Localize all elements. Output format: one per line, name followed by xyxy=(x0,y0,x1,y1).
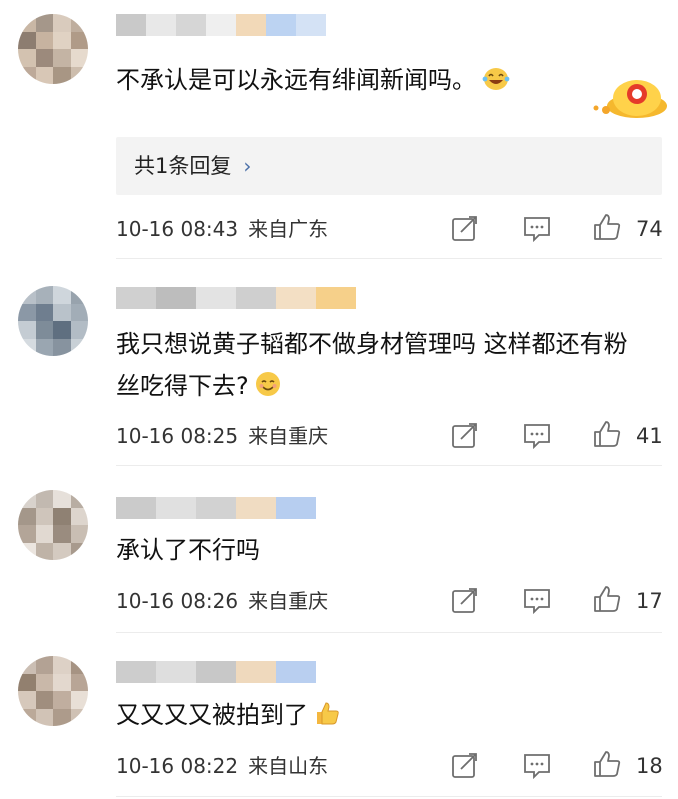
comment-icon[interactable] xyxy=(522,751,552,781)
divider xyxy=(116,465,662,466)
thumbs-up-emoji xyxy=(314,698,340,738)
chevron-right-icon: › xyxy=(243,154,252,178)
timestamp: 10-16 08:43 xyxy=(116,217,239,241)
like-icon[interactable] xyxy=(592,749,622,779)
avatar[interactable] xyxy=(18,656,88,726)
comment-icon[interactable] xyxy=(522,421,552,451)
share-icon[interactable] xyxy=(450,421,480,451)
comment-text-content: 不承认是可以永远有绯闻新闻吗。 xyxy=(116,66,476,94)
comment-text: 又又又又被拍到了 xyxy=(116,695,648,738)
like-icon[interactable] xyxy=(592,584,622,614)
like-icon[interactable] xyxy=(592,419,622,449)
share-icon[interactable] xyxy=(450,214,480,244)
comment-text: 承认了不行吗 xyxy=(116,530,648,570)
share-icon[interactable] xyxy=(450,751,480,781)
comment-meta: 10-16 08:26 来自重庆 xyxy=(116,586,328,616)
comment-icon[interactable] xyxy=(522,586,552,616)
like-count: 41 xyxy=(636,424,663,448)
comment-text-content: 又又又又被拍到了 xyxy=(116,701,308,729)
comment-icon[interactable] xyxy=(522,214,552,244)
laughing-tears-emoji xyxy=(482,63,510,103)
smile-emoji xyxy=(255,368,281,410)
location-label: 来自重庆 xyxy=(248,424,329,448)
location-label: 来自重庆 xyxy=(248,589,329,613)
like-count: 74 xyxy=(636,217,663,241)
timestamp: 10-16 08:25 xyxy=(116,424,239,448)
comment-text-content: 我只想说黄子韬都不做身材管理吗 这样都还有粉丝吃得下去? xyxy=(116,330,628,400)
comment-meta: 10-16 08:25 来自重庆 xyxy=(116,421,328,451)
reply-count-label: 共1条回复 xyxy=(134,154,232,178)
avatar[interactable] xyxy=(18,14,88,84)
divider xyxy=(116,258,662,259)
timestamp: 10-16 08:26 xyxy=(116,589,239,613)
timestamp: 10-16 08:22 xyxy=(116,754,239,778)
share-icon[interactable] xyxy=(450,586,480,616)
username-blurred[interactable] xyxy=(116,14,326,36)
comment-meta: 10-16 08:43 来自广东 xyxy=(116,214,328,244)
comment-meta: 10-16 08:22 来自山东 xyxy=(116,751,328,781)
comment-text: 我只想说黄子韬都不做身材管理吗 这样都还有粉丝吃得下去? xyxy=(116,323,646,410)
avatar[interactable] xyxy=(18,286,88,356)
username-blurred[interactable] xyxy=(116,497,316,519)
comment-text: 不承认是可以永远有绯闻新闻吗。 xyxy=(116,60,648,103)
divider xyxy=(116,632,662,633)
divider xyxy=(116,796,662,797)
username-blurred[interactable] xyxy=(116,287,356,309)
location-label: 来自山东 xyxy=(248,754,329,778)
username-blurred[interactable] xyxy=(116,661,316,683)
like-count: 18 xyxy=(636,754,663,778)
comment-text-content: 承认了不行吗 xyxy=(116,536,260,564)
reply-summary-button[interactable]: 共1条回复 › xyxy=(116,137,662,195)
like-count: 17 xyxy=(636,589,663,613)
vip-badge-icon xyxy=(582,58,672,132)
location-label: 来自广东 xyxy=(248,217,329,241)
avatar[interactable] xyxy=(18,490,88,560)
like-icon[interactable] xyxy=(592,212,622,242)
